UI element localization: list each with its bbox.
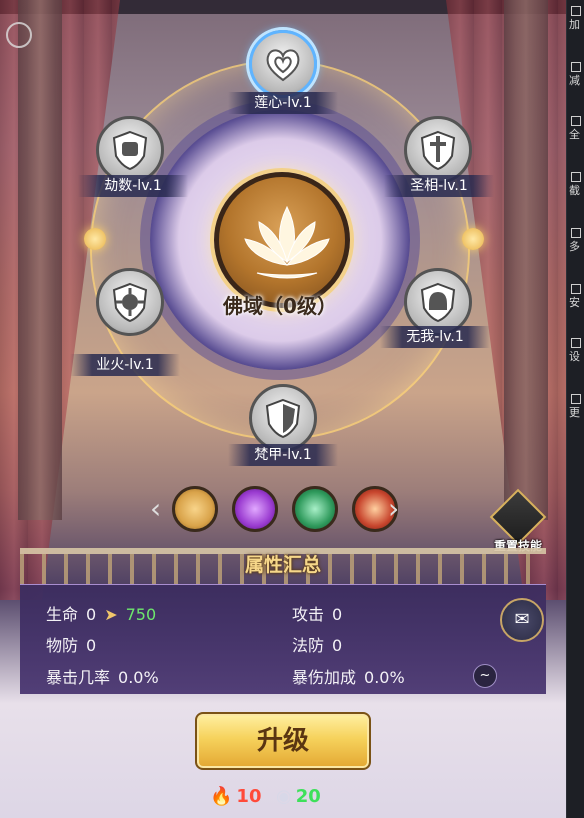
emulator-sidebar: 加 减 全 截 多 安 设 更 (566, 0, 584, 818)
skill-node-holy-form[interactable] (404, 116, 472, 184)
helmet-shield-icon (420, 282, 456, 323)
skill-node-karma-fire[interactable] (96, 268, 164, 336)
sword-shield-icon (420, 130, 456, 171)
cost-coin-value: 20 (295, 786, 321, 807)
golden-lotus-icon[interactable] (172, 486, 218, 532)
more-icon (571, 394, 581, 404)
sidebar-label: 更 (569, 406, 580, 419)
stat-crit-rate: 暴击几率 0.0% (46, 664, 159, 688)
burst-shield-icon (112, 282, 148, 323)
cost-flame: 🔥 10 (210, 786, 261, 807)
right-orb-icon (462, 228, 484, 250)
coin-icon: ◉ (276, 786, 292, 807)
chevron-right-icon[interactable]: › (388, 492, 399, 526)
chevron-left-icon[interactable]: ‹ (150, 492, 161, 526)
left-orb-icon (84, 228, 106, 250)
stat-pdef-label: 物防 (46, 636, 79, 655)
stat-mdef: 法防 0 (292, 632, 342, 656)
fullscreen-icon (571, 116, 581, 126)
core-level-label: 佛域（0级） (223, 294, 337, 318)
skill-label-karma-fire: 业火-lv.1 (70, 354, 180, 376)
scissors-icon (571, 172, 581, 182)
cost-flame-value: 10 (236, 786, 262, 807)
sidebar-item-multi[interactable]: 多 (569, 226, 584, 254)
sidebar-item-settings[interactable]: 设 (569, 336, 584, 364)
stat-attack-label: 攻击 (292, 605, 325, 624)
stat-hp-next: 750 (125, 605, 157, 624)
gear-icon (571, 338, 581, 348)
collapse-button[interactable]: ~ (473, 664, 497, 688)
green-eye-icon[interactable] (292, 486, 338, 532)
upgrade-button[interactable]: 升级 (195, 712, 371, 770)
half-shield-icon (265, 398, 301, 439)
stat-hp-label: 生命 (46, 605, 79, 624)
add-icon (571, 6, 581, 16)
cost-coin: ◉ 20 (276, 786, 321, 807)
game-screen: 佛域（0级） 莲心-lv.1 劫数-lv.1 圣相-lv.1 业火-lv.1 无… (0, 0, 566, 818)
stat-pdef-value: 0 (86, 636, 97, 655)
upgrade-label: 升级 (256, 726, 309, 756)
stat-crit-rate-label: 暴击几率 (46, 668, 111, 687)
sidebar-label: 全 (569, 128, 580, 141)
stat-crit-rate-value: 0.0% (118, 668, 159, 687)
sidebar-item-minus[interactable]: 减 (569, 60, 584, 88)
sidebar-label: 安 (569, 296, 580, 309)
heart-icon (266, 49, 300, 82)
stat-hp: 生命 0 ➤ 750 (46, 601, 156, 625)
sidebar-label: 截 (569, 184, 580, 197)
blue-flame-icon: 🔥 (210, 786, 233, 807)
lotus-icon (244, 205, 330, 279)
stat-mdef-label: 法防 (292, 636, 325, 655)
sidebar-label: 多 (569, 240, 580, 253)
sidebar-label: 设 (569, 350, 580, 363)
purple-flame-icon[interactable] (232, 486, 278, 532)
stat-mdef-value: 0 (332, 636, 343, 655)
sidebar-item-fullscreen[interactable]: 全 (569, 114, 584, 142)
element-selector: ‹ › (150, 482, 400, 538)
stat-attack: 攻击 0 (292, 601, 342, 625)
sidebar-item-add[interactable]: 加 (569, 4, 584, 32)
skill-node-lotus-heart[interactable] (249, 30, 317, 98)
sidebar-label: 减 (569, 74, 580, 87)
sidebar-item-screenshot[interactable]: 截 (569, 170, 584, 198)
stat-attack-value: 0 (332, 605, 343, 624)
stat-hp-value: 0 (86, 605, 97, 624)
install-icon (571, 284, 581, 294)
stat-pdef: 物防 0 (46, 632, 96, 656)
right-pillar (504, 0, 548, 520)
skill-node-calamity[interactable] (96, 116, 164, 184)
sidebar-item-install[interactable]: 安 (569, 282, 584, 310)
arrow-right-icon: ➤ (104, 605, 118, 624)
minus-icon (571, 62, 581, 72)
skill-label-selfless: 无我-lv.1 (380, 326, 490, 348)
skill-label-brahma-armor: 梵甲-lv.1 (228, 444, 338, 466)
multi-window-icon (571, 228, 581, 238)
skill-node-brahma-armor[interactable] (249, 384, 317, 452)
stats-title: 属性汇总 (244, 554, 321, 576)
sidebar-item-more[interactable]: 更 (569, 392, 584, 420)
fist-shield-icon (112, 130, 148, 171)
skill-label-calamity: 劫数-lv.1 (78, 175, 188, 197)
planet-logo-icon[interactable] (6, 22, 32, 48)
core-lotus-button[interactable] (214, 172, 350, 308)
skill-label-holy-form: 圣相-lv.1 (384, 175, 494, 197)
sidebar-label: 加 (569, 18, 580, 31)
skill-label-lotus-heart: 莲心-lv.1 (228, 92, 338, 114)
chat-icon[interactable]: ✉ (500, 598, 544, 642)
stat-crit-dmg-label: 暴伤加成 (292, 668, 357, 687)
stat-crit-dmg-value: 0.0% (364, 668, 405, 687)
left-pillar (18, 0, 62, 520)
stat-crit-dmg: 暴伤加成 0.0% (292, 664, 405, 688)
